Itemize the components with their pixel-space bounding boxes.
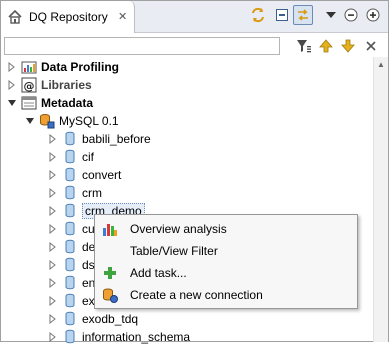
expand-arrow-icon[interactable] xyxy=(48,332,58,342)
menu-item-label: Create a new connection xyxy=(130,288,263,302)
catalog-icon xyxy=(62,131,78,147)
catalog-icon xyxy=(62,185,78,201)
context-menu: Overview analysis Table/View Filter Add … xyxy=(94,214,358,309)
filter-input[interactable] xyxy=(4,37,280,55)
catalog-icon xyxy=(62,221,78,237)
tree-item-label: ds xyxy=(82,258,95,272)
new-connection-icon xyxy=(102,287,118,303)
tree-item-label: Data Profiling xyxy=(41,60,120,74)
catalog-icon xyxy=(62,239,78,255)
tree-item-catalog[interactable]: babili_before xyxy=(48,130,151,148)
tree-item-label: crm xyxy=(82,186,102,200)
tree-item-label: ex xyxy=(82,294,95,308)
expand-arrow-icon[interactable] xyxy=(48,134,58,144)
catalog-icon xyxy=(62,203,78,219)
tree-item-catalog[interactable]: cif xyxy=(48,148,94,166)
tree-item-label: cif xyxy=(82,150,94,164)
metadata-icon xyxy=(21,95,37,111)
catalog-icon xyxy=(62,167,78,183)
close-icon[interactable]: ✕ xyxy=(118,10,127,23)
tree-item-metadata[interactable]: Metadata xyxy=(7,94,93,112)
tree-item-catalog[interactable]: information_schema xyxy=(48,328,190,346)
tree-item-label: cu xyxy=(82,222,95,236)
tree-item-catalog[interactable]: exodb_tdq xyxy=(48,310,138,328)
catalog-icon xyxy=(62,311,78,327)
add-icon xyxy=(102,265,118,281)
expand-arrow-icon[interactable] xyxy=(48,242,58,252)
tree-item-label: exodb_tdq xyxy=(82,312,139,326)
tree-item-label: Libraries xyxy=(41,78,92,92)
tree-item-label: MySQL 0.1 xyxy=(59,114,119,128)
arrow-down-icon[interactable] xyxy=(339,37,357,55)
view-tab[interactable]: DQ Repository ✕ xyxy=(1,1,135,33)
clear-filter-icon[interactable] xyxy=(362,37,380,55)
tree-item-catalog[interactable]: ex xyxy=(48,292,95,310)
catalog-icon xyxy=(62,293,78,309)
link-with-editor-icon[interactable] xyxy=(293,5,313,25)
sync-icon[interactable] xyxy=(248,5,268,25)
catalog-icon xyxy=(62,257,78,273)
expand-arrow-icon[interactable] xyxy=(48,260,58,270)
minimize-icon[interactable] xyxy=(341,5,361,25)
expand-arrow-icon[interactable] xyxy=(48,188,58,198)
tree-item-data-profiling[interactable]: Data Profiling xyxy=(7,58,119,76)
menu-item-add-task[interactable]: Add task... xyxy=(95,262,357,284)
arrow-up-icon[interactable] xyxy=(317,37,335,55)
maximize-icon[interactable] xyxy=(363,5,383,25)
catalog-icon xyxy=(62,329,78,345)
filter-funnel-icon[interactable] xyxy=(295,37,313,55)
tree-item-label: convert xyxy=(82,168,122,182)
menu-item-create-connection[interactable]: Create a new connection xyxy=(95,284,357,306)
tree-item-libraries[interactable]: @ Libraries xyxy=(7,76,92,94)
view-title: DQ Repository xyxy=(29,10,108,24)
collapse-arrow-icon[interactable] xyxy=(25,116,35,126)
menu-item-label: Table/View Filter xyxy=(130,244,218,258)
expand-arrow-icon[interactable] xyxy=(7,80,17,90)
tree-item-catalog[interactable]: ds xyxy=(48,256,95,274)
svg-text:@: @ xyxy=(24,80,35,93)
libraries-icon: @ xyxy=(21,77,37,93)
expand-arrow-icon[interactable] xyxy=(48,278,58,288)
data-profiling-icon xyxy=(21,59,37,75)
tree-item-mysql-connection[interactable]: MySQL 0.1 xyxy=(25,112,119,130)
menu-item-label: Overview analysis xyxy=(130,222,227,236)
expand-arrow-icon[interactable] xyxy=(48,314,58,324)
catalog-icon xyxy=(62,275,78,291)
expand-arrow-icon[interactable] xyxy=(48,152,58,162)
tree-item-catalog[interactable]: de xyxy=(48,238,95,256)
scroll-up-icon[interactable]: ▲ xyxy=(377,60,385,69)
tree-item-label: babili_before xyxy=(82,132,151,146)
chart-icon xyxy=(102,221,118,237)
expand-arrow-icon[interactable] xyxy=(48,170,58,180)
view-title-bar: DQ Repository ✕ xyxy=(1,1,388,33)
tree-item-catalog[interactable]: crm xyxy=(48,184,102,202)
database-connection-icon xyxy=(39,113,55,129)
tree-item-label: Metadata xyxy=(41,96,94,110)
view-menu-icon[interactable] xyxy=(321,5,341,25)
home-icon xyxy=(7,9,23,25)
menu-item-label: Add task... xyxy=(130,266,187,280)
vertical-scrollbar[interactable]: ▲ xyxy=(373,57,388,342)
tree-item-catalog[interactable]: convert xyxy=(48,166,121,184)
tree-item-catalog[interactable]: cu xyxy=(48,220,95,238)
collapse-arrow-icon[interactable] xyxy=(7,98,17,108)
expand-arrow-icon[interactable] xyxy=(48,296,58,306)
menu-item-overview-analysis[interactable]: Overview analysis xyxy=(95,218,357,240)
collapse-all-icon[interactable] xyxy=(272,5,292,25)
menu-item-table-view-filter[interactable]: Table/View Filter xyxy=(95,240,357,262)
expand-arrow-icon[interactable] xyxy=(48,224,58,234)
tree-item-catalog[interactable]: en xyxy=(48,274,95,292)
dq-repository-view: DQ Repository ✕ Data Profiling @ Librari… xyxy=(0,0,389,344)
expand-arrow-icon[interactable] xyxy=(48,206,58,216)
catalog-icon xyxy=(62,149,78,165)
expand-arrow-icon[interactable] xyxy=(7,62,17,72)
